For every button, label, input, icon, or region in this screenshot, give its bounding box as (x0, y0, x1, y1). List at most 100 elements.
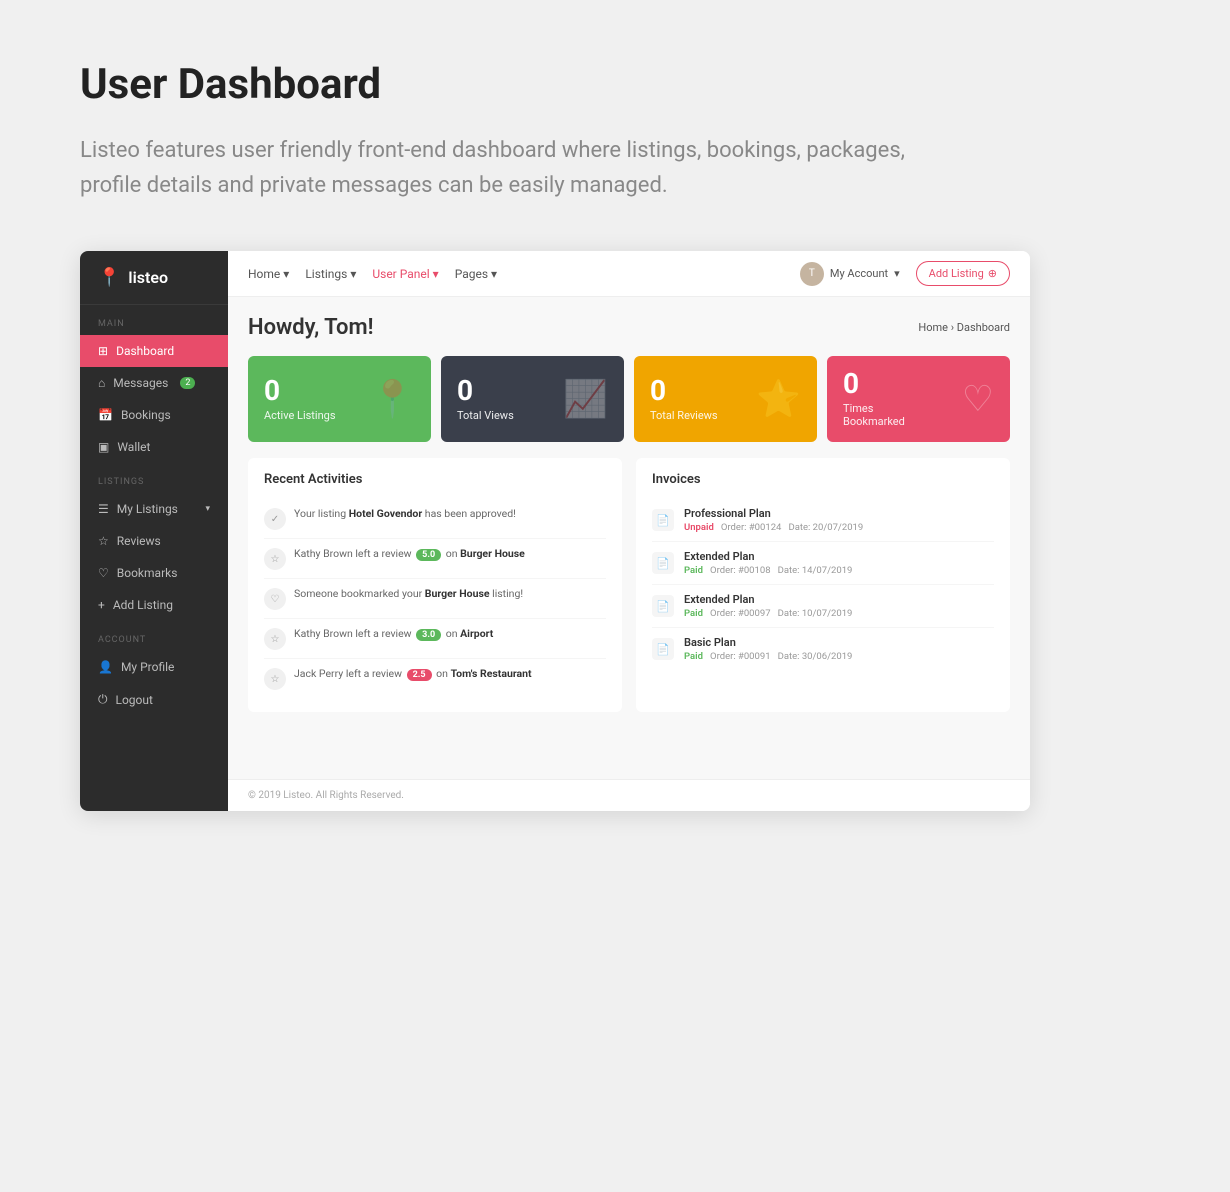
stat-cards: 0 Active Listings 📍 0 Total Views 📈 0 (248, 356, 1010, 442)
list-item: ☆ Kathy Brown left a review 3.0 on Airpo… (264, 619, 606, 659)
invoice-meta: Paid Order: #00097 Date: 10/07/2019 (684, 608, 852, 619)
invoice-meta: Paid Order: #00108 Date: 14/07/2019 (684, 565, 852, 576)
sidebar-item-logout[interactable]: ⏻ Logout (80, 683, 228, 716)
sidebar-item-my-profile[interactable]: 👤 My Profile (80, 651, 228, 683)
reviews-icon: ☆ (98, 534, 109, 548)
total-reviews-number: 0 (650, 377, 718, 405)
stat-card-total-reviews: 0 Total Reviews ⭐ (634, 356, 817, 442)
navbar: Home ▾ Listings ▾ User Panel ▾ Pages ▾ T… (228, 251, 1030, 297)
footer-text: © 2019 Listeo. All Rights Reserved. (248, 790, 404, 801)
sidebar-item-bookings[interactable]: 📅 Bookings (80, 399, 228, 431)
sidebar-item-messages[interactable]: ⌂ Messages 2 (80, 367, 228, 399)
sidebar-item-dashboard[interactable]: ⊞ Dashboard (80, 335, 228, 367)
logo-text: listeo (128, 268, 168, 287)
activity-text: Kathy Brown left a review 3.0 on Airport (294, 627, 493, 641)
bookmarked-number: 0 (843, 370, 905, 398)
star-icon: ⭐ (756, 378, 801, 420)
plus-icon: ⊕ (988, 267, 997, 280)
stat-card-total-views: 0 Total Views 📈 (441, 356, 624, 442)
messages-badge: 2 (180, 377, 195, 389)
nav-account[interactable]: T My Account ▾ (800, 262, 900, 286)
invoices-panel: Invoices 📄 Professional Plan Unpaid Orde… (636, 458, 1010, 712)
arrow-icon: ▾ (205, 504, 210, 514)
bookmarked-label: TimesBookmarked (843, 402, 905, 428)
sidebar-item-label: Messages (113, 376, 168, 390)
heart-icon: ♡ (264, 588, 286, 610)
star-icon: ☆ (264, 628, 286, 650)
sidebar-item-label: Wallet (117, 440, 150, 454)
sidebar: 📍 listeo MAIN ⊞ Dashboard ⌂ Messages 2 📅… (80, 251, 228, 811)
nav-user-panel[interactable]: User Panel ▾ (372, 267, 438, 281)
sidebar-item-label: My Listings (117, 502, 178, 516)
chevron-down-icon: ▾ (491, 267, 497, 281)
nav-pages[interactable]: Pages ▾ (455, 267, 497, 281)
chevron-down-icon: ▾ (433, 267, 439, 281)
activities-panel: Recent Activities ✓ Your listing Hotel G… (248, 458, 622, 712)
sidebar-item-label: Bookings (121, 408, 171, 422)
account-label: My Account (830, 267, 888, 280)
activity-text: Jack Perry left a review 2.5 on Tom's Re… (294, 667, 532, 681)
sidebar-item-label: My Profile (121, 660, 174, 674)
list-item: 📄 Professional Plan Unpaid Order: #00124… (652, 499, 994, 542)
invoice-name: Basic Plan (684, 636, 852, 649)
sidebar-item-my-listings[interactable]: ☰ My Listings ▾ (80, 493, 228, 525)
sidebar-item-label: Logout (116, 693, 153, 707)
heart-icon: ♡ (962, 378, 994, 420)
sidebar-item-wallet[interactable]: ▣ Wallet (80, 431, 228, 463)
active-listings-number: 0 (264, 377, 336, 405)
nav-listings[interactable]: Listings ▾ (305, 267, 356, 281)
document-icon: 📄 (652, 638, 674, 660)
total-reviews-label: Total Reviews (650, 409, 718, 422)
total-views-label: Total Views (457, 409, 514, 422)
sidebar-item-add-listing[interactable]: + Add Listing (80, 589, 228, 621)
list-item: ☆ Kathy Brown left a review 5.0 on Burge… (264, 539, 606, 579)
greeting: Howdy, Tom! (248, 315, 373, 340)
sidebar-item-label: Reviews (117, 534, 161, 548)
document-icon: 📄 (652, 552, 674, 574)
chart-icon: 📈 (563, 378, 608, 420)
listings-icon: ☰ (98, 502, 109, 516)
main-content: Home ▾ Listings ▾ User Panel ▾ Pages ▾ T… (228, 251, 1030, 811)
add-listing-button[interactable]: Add Listing ⊕ (916, 261, 1010, 286)
page-title: User Dashboard (80, 60, 1150, 109)
activity-text: Kathy Brown left a review 5.0 on Burger … (294, 547, 525, 561)
wallet-icon: ▣ (98, 440, 109, 454)
dashboard-mockup: 📍 listeo MAIN ⊞ Dashboard ⌂ Messages 2 📅… (80, 251, 1030, 811)
activity-text: Your listing Hotel Govendor has been app… (294, 507, 516, 520)
stat-card-bookmarked: 0 TimesBookmarked ♡ (827, 356, 1010, 442)
dash-header: Howdy, Tom! Home › Dashboard (248, 315, 1010, 340)
check-icon: ✓ (264, 508, 286, 530)
sidebar-item-reviews[interactable]: ☆ Reviews (80, 525, 228, 557)
avatar: T (800, 262, 824, 286)
chevron-down-icon: ▾ (283, 267, 289, 281)
list-item: ☆ Jack Perry left a review 2.5 on Tom's … (264, 659, 606, 698)
bookmarks-icon: ♡ (98, 566, 109, 580)
bookings-icon: 📅 (98, 408, 113, 422)
total-views-number: 0 (457, 377, 514, 405)
sidebar-section-main: MAIN (80, 305, 228, 335)
document-icon: 📄 (652, 509, 674, 531)
nav-home[interactable]: Home ▾ (248, 267, 289, 281)
list-item: 📄 Extended Plan Paid Order: #00097 Date:… (652, 585, 994, 628)
messages-icon: ⌂ (98, 376, 105, 390)
add-icon: + (98, 598, 105, 612)
lower-section: Recent Activities ✓ Your listing Hotel G… (248, 458, 1010, 712)
sidebar-item-bookmarks[interactable]: ♡ Bookmarks (80, 557, 228, 589)
logo-icon: 📍 (98, 267, 120, 288)
active-listings-label: Active Listings (264, 409, 336, 422)
dashboard-footer: © 2019 Listeo. All Rights Reserved. (228, 779, 1030, 811)
list-item: 📄 Extended Plan Paid Order: #00108 Date:… (652, 542, 994, 585)
page-description: Listeo features user friendly front-end … (80, 133, 940, 203)
star-icon: ☆ (264, 668, 286, 690)
breadcrumb: Home › Dashboard (918, 321, 1010, 334)
profile-icon: 👤 (98, 660, 113, 674)
activity-text: Someone bookmarked your Burger House lis… (294, 587, 523, 600)
dashboard-area: Howdy, Tom! Home › Dashboard 0 Active Li… (228, 297, 1030, 779)
invoices-title: Invoices (652, 472, 994, 487)
logout-icon: ⏻ (98, 692, 108, 707)
stat-card-active-listings: 0 Active Listings 📍 (248, 356, 431, 442)
list-item: ✓ Your listing Hotel Govendor has been a… (264, 499, 606, 539)
sidebar-item-label: Dashboard (116, 344, 174, 358)
sidebar-item-label: Add Listing (113, 598, 173, 612)
activities-title: Recent Activities (264, 472, 606, 487)
